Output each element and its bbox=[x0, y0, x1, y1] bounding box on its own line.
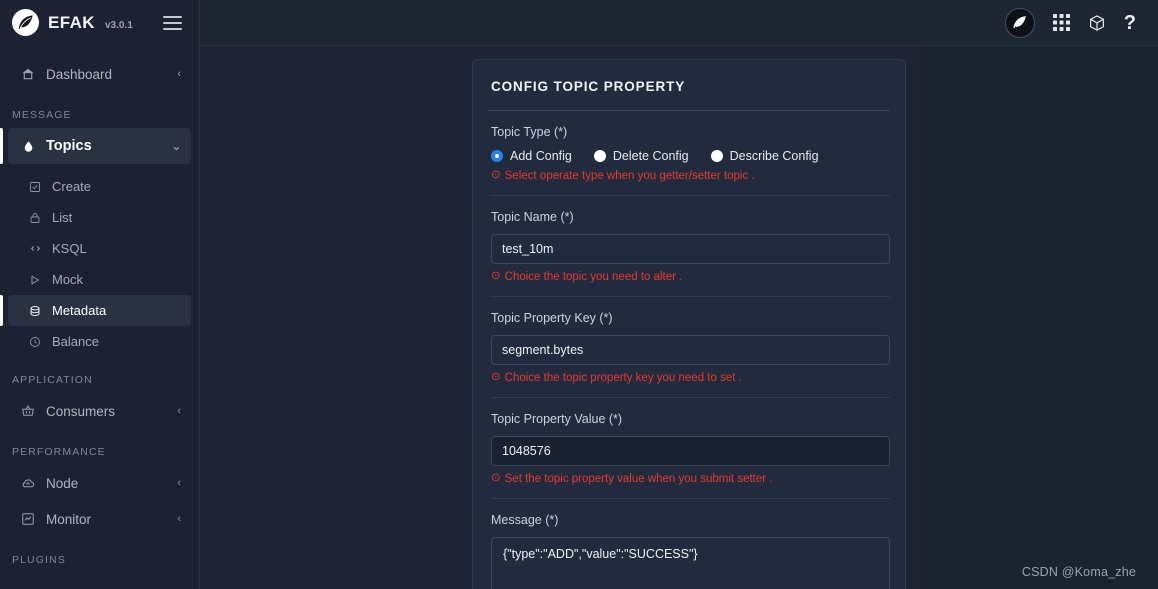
brand-version: v3.0.1 bbox=[104, 19, 133, 31]
sidebar-group-title-application: APPLICATION bbox=[12, 374, 93, 386]
topic-type-radio-group: Add Config Delete Config Describe Config bbox=[491, 149, 890, 163]
check-square-icon bbox=[28, 181, 42, 193]
grid-apps-icon[interactable] bbox=[1052, 14, 1070, 31]
radio-label: Delete Config bbox=[612, 149, 689, 163]
top-bar: EFAK v3.0.1 ? bbox=[0, 0, 1158, 46]
sidebar-group-title-plugins: PLUGINS bbox=[12, 554, 66, 566]
hint-text: Choice the topic property key you need t… bbox=[504, 372, 742, 384]
sidebar-item-label: Create bbox=[52, 179, 92, 194]
cube-icon[interactable] bbox=[1088, 14, 1106, 32]
sidebar-item-create[interactable]: Create bbox=[8, 171, 191, 202]
chevron-left-icon: ‹ bbox=[177, 513, 181, 525]
field-topic-name: Topic Name (*) test_10m ⊙ Choice the top… bbox=[488, 196, 890, 297]
field-label: Topic Property Key (*) bbox=[491, 311, 613, 325]
warning-icon: ⊙ bbox=[491, 270, 501, 283]
sidebar-item-metadata[interactable]: Metadata bbox=[0, 295, 191, 326]
chevron-left-icon: ‹ bbox=[177, 68, 181, 80]
page-background bbox=[919, 46, 1158, 589]
lock-icon bbox=[28, 212, 42, 224]
clock-icon bbox=[28, 336, 42, 348]
radio-add-config[interactable]: Add Config bbox=[491, 149, 572, 163]
radio-label: Add Config bbox=[510, 149, 572, 163]
topic-property-value-input[interactable]: 1048576 bbox=[491, 436, 890, 466]
topic-type-hint: ⊙ Select operate type when you getter/se… bbox=[491, 170, 890, 182]
topic-property-key-hint: ⊙ Choice the topic property key you need… bbox=[491, 372, 890, 384]
brand-area: EFAK v3.0.1 bbox=[0, 0, 200, 46]
topic-name-hint: ⊙ Choice the topic you need to alter . bbox=[491, 271, 890, 283]
sidebar-item-label: Node bbox=[46, 475, 79, 491]
sidebar-group-title-message: MESSAGE bbox=[12, 109, 72, 121]
sidebar-group-title-performance: PERFORMANCE bbox=[12, 446, 106, 458]
database-icon bbox=[28, 305, 42, 317]
message-textarea[interactable]: {"type":"ADD","value":"SUCCESS"} bbox=[491, 537, 890, 589]
radio-dot-icon bbox=[593, 150, 606, 162]
hint-text: Set the topic property value when you su… bbox=[504, 473, 773, 485]
topbar-actions: ? bbox=[1004, 7, 1158, 38]
sidebar-item-topics[interactable]: Topics ⌄ bbox=[0, 128, 191, 164]
chevron-left-icon: ‹ bbox=[177, 405, 181, 417]
sidebar-item-label: Mock bbox=[52, 272, 84, 287]
page-title: CONFIG TOPIC PROPERTY bbox=[491, 79, 686, 94]
sidebar: Dashboard ‹ MESSAGE Topics ⌄ Create List… bbox=[0, 46, 200, 589]
sidebar-item-label: Monitor bbox=[46, 511, 92, 527]
sidebar-item-list[interactable]: List bbox=[8, 202, 191, 233]
warning-icon: ⊙ bbox=[491, 371, 501, 384]
sidebar-item-mock[interactable]: Mock bbox=[8, 264, 191, 295]
content-area: CONFIG TOPIC PROPERTY Topic Type (*) Add… bbox=[200, 46, 1158, 589]
radio-label: Describe Config bbox=[729, 149, 819, 163]
sidebar-item-label: Metadata bbox=[52, 303, 107, 318]
sidebar-item-node[interactable]: Node ‹ bbox=[8, 465, 191, 501]
app-root: EFAK v3.0.1 ? Dashboard ‹ MESSAGE Topics… bbox=[0, 0, 1158, 589]
feather-logo-icon bbox=[12, 9, 39, 36]
field-topic-property-value: Topic Property Value (*) 1048576 ⊙ Set t… bbox=[488, 398, 890, 499]
brand-name: EFAK bbox=[48, 12, 95, 32]
hint-text: Select operate type when you getter/sett… bbox=[504, 170, 755, 182]
question-mark-icon[interactable]: ? bbox=[1124, 13, 1136, 33]
field-label: Topic Property Value (*) bbox=[491, 412, 623, 426]
sidebar-item-dashboard[interactable]: Dashboard ‹ bbox=[8, 56, 191, 92]
topic-name-select[interactable]: test_10m bbox=[491, 234, 890, 264]
radio-dot-icon bbox=[710, 150, 723, 162]
sidebar-item-label: Consumers bbox=[46, 403, 116, 419]
field-message: Message (*) {"type":"ADD","value":"SUCCE… bbox=[488, 499, 890, 589]
topic-property-value-text: 1048576 bbox=[502, 444, 551, 458]
radio-delete-config[interactable]: Delete Config bbox=[593, 149, 689, 163]
body-area: Dashboard ‹ MESSAGE Topics ⌄ Create List… bbox=[0, 46, 1158, 589]
basket-icon bbox=[20, 404, 36, 418]
field-topic-property-key: Topic Property Key (*) segment.bytes ⊙ C… bbox=[488, 297, 890, 398]
play-icon bbox=[28, 274, 42, 286]
hint-text: Choice the topic you need to alter . bbox=[504, 271, 683, 283]
topic-property-key-value: segment.bytes bbox=[502, 343, 584, 357]
avatar[interactable] bbox=[1004, 7, 1035, 38]
code-icon bbox=[28, 242, 42, 255]
sidebar-item-label: KSQL bbox=[52, 241, 87, 256]
sidebar-item-label: List bbox=[52, 210, 73, 225]
sidebar-item-balance[interactable]: Balance bbox=[8, 326, 191, 357]
radio-dot-icon bbox=[491, 150, 503, 162]
sidebar-item-label: Dashboard bbox=[46, 66, 113, 82]
sidebar-item-label: Balance bbox=[52, 334, 99, 349]
chevron-down-icon: ⌄ bbox=[171, 140, 181, 153]
topic-property-value-hint: ⊙ Set the topic property value when you … bbox=[491, 473, 890, 485]
warning-icon: ⊙ bbox=[491, 472, 501, 485]
cloud-icon bbox=[20, 476, 36, 490]
warning-icon: ⊙ bbox=[491, 169, 501, 182]
sidebar-item-consumers[interactable]: Consumers ‹ bbox=[8, 393, 191, 429]
sidebar-item-monitor[interactable]: Monitor ‹ bbox=[8, 501, 191, 537]
hamburger-menu-icon[interactable] bbox=[163, 15, 182, 30]
sidebar-item-ksql[interactable]: KSQL bbox=[8, 233, 191, 264]
chevron-left-icon: ‹ bbox=[177, 477, 181, 489]
field-label: Topic Type (*) bbox=[491, 125, 568, 139]
droplet-icon bbox=[20, 140, 36, 153]
topic-property-key-select[interactable]: segment.bytes bbox=[491, 335, 890, 365]
sidebar-item-label: Topics bbox=[46, 138, 92, 154]
config-topic-property-card: CONFIG TOPIC PROPERTY Topic Type (*) Add… bbox=[472, 59, 906, 589]
radio-describe-config[interactable]: Describe Config bbox=[710, 149, 819, 163]
field-topic-type: Topic Type (*) Add Config Delete Config bbox=[488, 111, 890, 196]
field-label: Topic Name (*) bbox=[491, 210, 574, 224]
topic-name-value: test_10m bbox=[502, 242, 554, 256]
field-label: Message (*) bbox=[491, 513, 559, 527]
chart-square-icon bbox=[20, 512, 36, 526]
home-icon bbox=[20, 67, 36, 81]
